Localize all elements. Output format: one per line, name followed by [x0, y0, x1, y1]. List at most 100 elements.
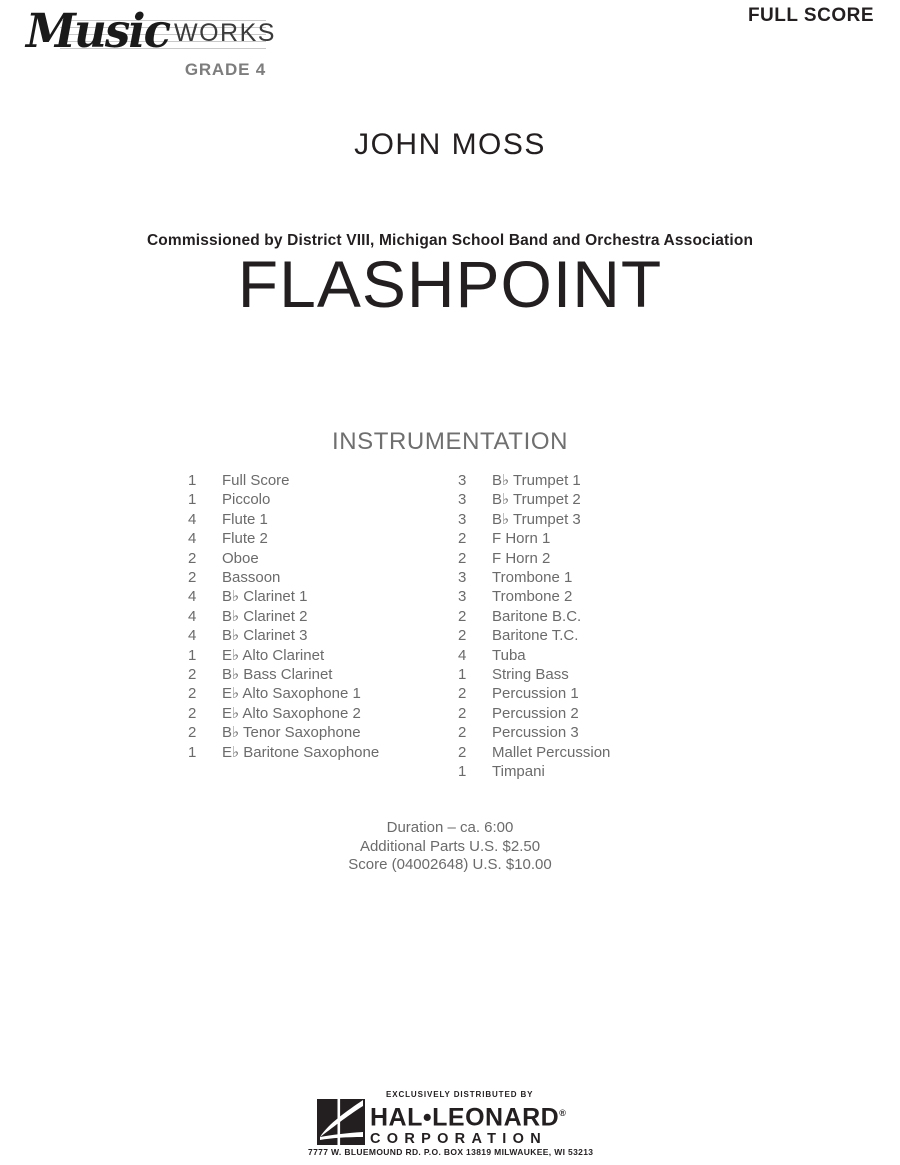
additional-parts-line: Additional Parts U.S. $2.50 — [359, 837, 541, 855]
instrumentation-part-name: F Horn 1 — [492, 530, 551, 548]
instrumentation-part-name: Full Score — [222, 472, 290, 489]
instrumentation-part-name: E♭ Alto Clarinet — [222, 646, 325, 664]
instrumentation-quantity: 3 — [458, 588, 467, 606]
footer: EXCLUSIVELY DISTRIBUTED BY HAL•LEONARD® … — [0, 1090, 900, 1162]
instrumentation-part-name: B♭ Clarinet 2 — [222, 607, 308, 625]
instrumentation-row: 2 Percussion 1 — [450, 684, 720, 703]
instrumentation-quantity: 2 — [188, 704, 197, 722]
instrumentation-quantity: 1 — [188, 472, 197, 489]
instrumentation-quantity: 1 — [188, 743, 197, 761]
instrumentation-right-column: 3 B♭ Trumpet 1 3 B♭ Trumpet 2 3 B♭ Trumpet 3 2… — [450, 471, 720, 782]
instrumentation-row: 2 Baritone B.C. — [450, 607, 720, 626]
publisher-corporation-label: CORPORATION — [370, 1131, 547, 1148]
instrumentation-part-name: Oboe — [222, 549, 259, 567]
instrumentation-part-name: F Horn 2 — [492, 549, 551, 567]
instrumentation-part-name: B♭ Trumpet 3 — [492, 510, 581, 528]
instrumentation-part-name: Percussion 3 — [492, 724, 579, 742]
instrumentation-quantity: 2 — [458, 607, 467, 625]
publisher-name-text: HAL•LEONARD — [370, 1103, 560, 1132]
instrumentation-row: 1 String Bass — [450, 665, 720, 684]
instrumentation-part-name: B♭ Clarinet 1 — [222, 588, 308, 606]
hal-leonard-mark-icon — [317, 1099, 365, 1145]
instrumentation-part-name: B♭ Clarinet 3 — [222, 627, 308, 645]
instrumentation-quantity: 4 — [188, 607, 197, 625]
instrumentation-row: 3 Trombone 1 — [450, 568, 720, 587]
hal-leonard-wordmark: HAL•LEONARD® CORPORATION — [370, 1101, 566, 1148]
instrumentation-row: 4 B♭ Clarinet 2 — [180, 607, 450, 626]
instrumentation-quantity: 4 — [188, 510, 197, 528]
instrumentation-row: 2 Oboe — [180, 549, 450, 568]
instrumentation-part-name: B♭ Tenor Saxophone — [222, 724, 361, 742]
composer-name: JOHN MOSS — [354, 128, 546, 161]
instrumentation-part-name: Tuba — [492, 646, 526, 664]
instrumentation-row: 4 B♭ Clarinet 3 — [180, 626, 450, 645]
musicworks-logo: Music WORKS GRADE 4 — [26, 4, 316, 86]
instrumentation-part-name: Baritone B.C. — [492, 607, 582, 625]
instrumentation-quantity: 2 — [458, 743, 467, 761]
instrumentation-quantity: 1 — [188, 491, 197, 509]
instrumentation-quantity: 3 — [458, 510, 467, 528]
instrumentation-part-name: Piccolo — [222, 491, 271, 509]
instrumentation-row: 2 E♭ Alto Saxophone 1 — [180, 684, 450, 703]
instrumentation-row: 2 F Horn 2 — [450, 549, 720, 568]
instrumentation-row: 1 E♭ Alto Clarinet — [180, 646, 450, 665]
instrumentation-quantity: 4 — [188, 530, 197, 548]
instrumentation-quantity: 2 — [188, 666, 197, 684]
instrumentation-row: 1 Piccolo — [180, 490, 450, 509]
instrumentation-part-name: Flute 2 — [222, 530, 268, 548]
instrumentation-part-name: E♭ Alto Saxophone 1 — [222, 685, 361, 703]
instrumentation-row: 2 Percussion 2 — [450, 704, 720, 723]
instrumentation-quantity: 2 — [458, 530, 467, 548]
instrumentation-row: 4 Tuba — [450, 646, 720, 665]
instrumentation-part-name: B♭ Trumpet 2 — [492, 491, 581, 509]
logo-music-script: Music — [26, 4, 171, 59]
instrumentation-row: 2 E♭ Alto Saxophone 2 — [180, 704, 450, 723]
hal-leonard-logo: EXCLUSIVELY DISTRIBUTED BY HAL•LEONARD® … — [304, 1090, 596, 1162]
instrumentation-row: 3 B♭ Trumpet 2 — [450, 490, 720, 509]
instrumentation-row: 1 Full Score — [180, 471, 450, 490]
instrumentation-row: 2 Baritone T.C. — [450, 626, 720, 645]
instrumentation-quantity: 1 — [458, 666, 467, 684]
musicworks-logo-row: Music WORKS — [26, 4, 274, 60]
page-title: FLASHPOINT — [237, 247, 663, 321]
instrumentation-row: 4 B♭ Clarinet 1 — [180, 587, 450, 606]
instrumentation-row: 2 Bassoon — [180, 568, 450, 587]
instrumentation-row: 3 Trombone 2 — [450, 587, 720, 606]
instrumentation-row: 1 Timpani — [450, 762, 720, 781]
instrumentation-row: 3 B♭ Trumpet 1 — [450, 471, 720, 490]
duration-line: Duration – ca. 6:00 — [386, 819, 514, 836]
instrumentation-row: 4 Flute 1 — [180, 510, 450, 529]
publisher-address: 7777 W. BLUEMOUND RD. P.O. BOX 13819 MIL… — [308, 1147, 594, 1157]
logo-grade-label: GRADE 4 — [184, 60, 266, 79]
instrumentation-quantity: 3 — [458, 569, 467, 587]
instrumentation-part-name: Trombone 1 — [492, 569, 573, 587]
score-price-line: Score (04002648) U.S. $10.00 — [348, 856, 552, 873]
instrumentation-part-name: Percussion 2 — [492, 704, 579, 722]
full-score-label: FULL SCORE — [747, 5, 874, 26]
instrumentation-quantity: 3 — [458, 472, 467, 489]
instrumentation-quantity: 1 — [458, 763, 467, 781]
instrumentation-quantity: 1 — [188, 646, 197, 664]
instrumentation-part-name: Mallet Percussion — [492, 743, 611, 761]
instrumentation-quantity: 4 — [188, 627, 197, 645]
instrumentation-part-name: Flute 1 — [222, 510, 268, 528]
instrumentation-row: 2 B♭ Bass Clarinet — [180, 665, 450, 684]
instrumentation-quantity: 3 — [458, 491, 467, 509]
instrumentation-quantity: 2 — [458, 627, 467, 645]
instrumentation-part-name: E♭ Baritone Saxophone — [222, 743, 380, 761]
instrumentation-heading: INSTRUMENTATION — [331, 428, 569, 455]
instrumentation-row: 3 B♭ Trumpet 3 — [450, 510, 720, 529]
instrumentation-part-name: Percussion 1 — [492, 685, 579, 703]
instrumentation-quantity: 4 — [188, 588, 197, 606]
instrumentation-quantity: 2 — [188, 569, 197, 587]
instrumentation-part-name: B♭ Trumpet 1 — [492, 472, 581, 489]
instrumentation-quantity: 2 — [458, 685, 467, 703]
instrumentation-row: 4 Flute 2 — [180, 529, 450, 548]
instrumentation-part-name: Bassoon — [222, 569, 281, 587]
registered-trademark-icon: ® — [559, 1108, 567, 1118]
instrumentation-row: 2 Percussion 3 — [450, 723, 720, 742]
instrumentation-part-name: String Bass — [492, 666, 569, 684]
instrumentation-quantity: 4 — [458, 646, 467, 664]
instrumentation-quantity: 2 — [188, 685, 197, 703]
price-block: Duration – ca. 6:00 Additional Parts U.S… — [0, 819, 900, 875]
